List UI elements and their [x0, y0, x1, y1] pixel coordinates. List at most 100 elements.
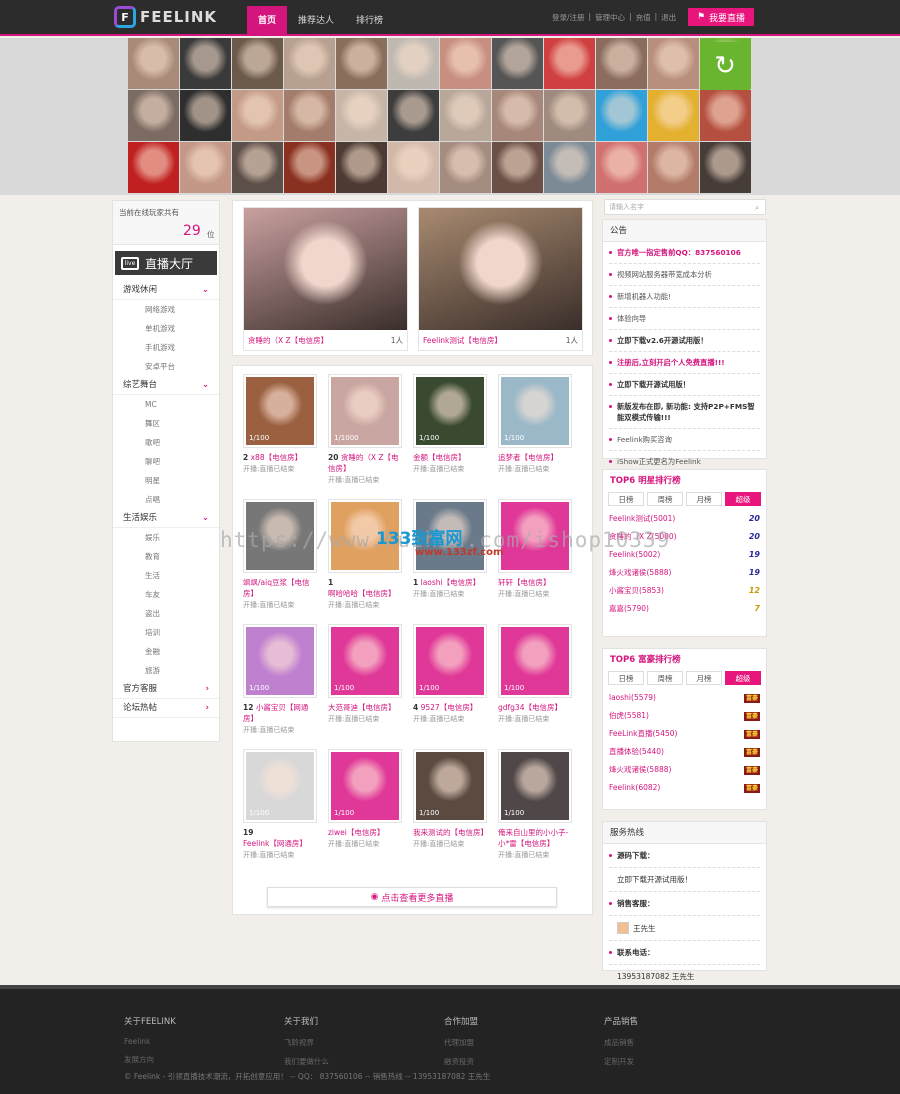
refresh-icon[interactable]: ↻ — [700, 42, 750, 90]
room-title[interactable]: 追梦者【电信房】 — [498, 452, 572, 463]
avatar-tile[interactable] — [544, 38, 595, 89]
download-link[interactable]: 立即下载开源试用版！ — [609, 868, 760, 892]
room-thumbnail[interactable]: 1/100 — [243, 749, 317, 823]
avatar-tile[interactable] — [128, 142, 179, 193]
avatar-tile[interactable] — [388, 38, 439, 89]
room-title[interactable]: 金额【电信房】 — [413, 452, 487, 463]
category-item[interactable]: 安卓平台 — [113, 357, 219, 376]
notice-item[interactable]: 视频网站服务器带宽成本分析 — [609, 264, 760, 286]
avatar-tile[interactable] — [440, 38, 491, 89]
featured-room[interactable]: Feelink测试【电信房】 1人 — [418, 207, 583, 351]
avatar-tile[interactable] — [648, 142, 699, 193]
room-thumbnail[interactable]: 1/100 — [243, 374, 317, 448]
room-thumbnail[interactable]: 1/100 — [413, 749, 487, 823]
footer-link[interactable]: Feelink — [124, 1037, 176, 1046]
notice-item[interactable]: 官方唯一指定售前QQ：837560106 — [609, 242, 760, 264]
room-thumbnail[interactable]: 1/100 — [498, 624, 572, 698]
room-title[interactable]: gdfg34【电信房】 — [498, 702, 572, 713]
avatar-tile[interactable] — [180, 38, 231, 89]
room-title[interactable]: 2 x88【电信房】 — [243, 452, 317, 463]
avatar-tile[interactable] — [232, 38, 283, 89]
live-hall-button[interactable]: live 直播大厅 — [115, 251, 217, 275]
room-thumbnail[interactable]: 1/100 — [413, 624, 487, 698]
category-item[interactable]: 旅游 — [113, 661, 219, 680]
ranking-row[interactable]: 烽火戏诸侯(5888) 19 — [609, 564, 760, 582]
notice-item[interactable]: 注册后,立刻开启个人免费直播!!! — [609, 352, 760, 374]
ranking-tab[interactable]: 超级 — [725, 671, 761, 685]
footer-link[interactable]: 成品销售 — [604, 1037, 638, 1048]
category-header[interactable]: 游戏休闲 ⌄ — [113, 281, 219, 300]
ranking-tab[interactable]: 周榜 — [647, 492, 683, 506]
room-title[interactable]: 轩轩【电信房】 — [498, 577, 572, 588]
category-item[interactable]: 盗出 — [113, 604, 219, 623]
avatar-tile[interactable] — [128, 90, 179, 141]
ranking-row[interactable]: Feelink测试(5001) 20 — [609, 510, 760, 528]
avatar-tile[interactable] — [596, 142, 647, 193]
room-card[interactable]: 1/100 4 9527【电信房】 开播:直播已结束 — [413, 624, 487, 744]
sales-contact[interactable]: 王先生 — [609, 916, 760, 941]
room-title[interactable]: 我来测试的【电信房】 — [413, 827, 487, 838]
room-card[interactable]: 1/100 19 Feelink【网通房】 开播:直播已结束 — [243, 749, 317, 869]
top-link[interactable]: 充值 — [636, 12, 651, 23]
room-title[interactable]: 4 9527【电信房】 — [413, 702, 487, 713]
category-item[interactable]: 手机游戏 — [113, 338, 219, 357]
notice-item[interactable]: 立即下载开源试用版！ — [609, 374, 760, 396]
featured-thumbnail[interactable] — [244, 208, 407, 330]
sidebar-link[interactable]: 论坛热帖 › — [113, 699, 219, 718]
avatar-tile[interactable] — [232, 142, 283, 193]
ranking-row[interactable]: 直播体验(5440) 富豪 — [609, 743, 760, 761]
avatar-tile[interactable] — [440, 142, 491, 193]
room-title[interactable]: 飒飒/aiq豆浆【电信房】 — [243, 577, 317, 599]
notice-item[interactable]: 新增机器人功能! — [609, 286, 760, 308]
go-live-button[interactable]: ⚑ 我要直播 — [688, 8, 754, 26]
avatar-tile[interactable] — [596, 90, 647, 141]
footer-link[interactable]: 发展方向 — [124, 1054, 176, 1065]
category-item[interactable]: 培训 — [113, 623, 219, 642]
room-title[interactable]: 1 laoshi【电信房】 — [413, 577, 487, 588]
room-thumbnail[interactable]: 1/100 — [243, 624, 317, 698]
avatar-tile[interactable] — [544, 142, 595, 193]
category-header[interactable]: 生活娱乐 ⌄ — [113, 509, 219, 528]
avatar-tile[interactable] — [700, 142, 751, 193]
avatar-tile[interactable] — [180, 90, 231, 141]
category-header[interactable]: 综艺舞台 ⌄ — [113, 376, 219, 395]
room-card[interactable]: 1/100 gdfg34【电信房】 开播:直播已结束 — [498, 624, 572, 744]
room-card[interactable]: 飒飒/aiq豆浆【电信房】 开播:直播已结束 — [243, 499, 317, 619]
avatar-tile[interactable] — [492, 142, 543, 193]
featured-name[interactable]: 贪睡的（X Z【电信房】 — [248, 335, 328, 346]
category-item[interactable]: 车友 — [113, 585, 219, 604]
room-thumbnail[interactable]: 1/100 — [498, 374, 572, 448]
footer-link[interactable]: 定制开发 — [604, 1056, 638, 1067]
room-card[interactable]: 1 啊哈哈哈【电信房】 开播:直播已结束 — [328, 499, 402, 619]
category-item[interactable]: 网络游戏 — [113, 300, 219, 319]
avatar-tile[interactable] — [388, 90, 439, 141]
room-thumbnail[interactable]: 1/100 — [328, 749, 402, 823]
room-title[interactable]: 俺来自山里的小小子-小*雷【电信房】 — [498, 827, 572, 849]
room-card[interactable]: 1/100 俺来自山里的小小子-小*雷【电信房】 开播:直播已结束 — [498, 749, 572, 869]
nav-item[interactable]: 排行榜 — [345, 6, 394, 36]
sidebar-link[interactable]: 官方客服 › — [113, 680, 219, 699]
room-card[interactable]: 轩轩【电信房】 开播:直播已结束 — [498, 499, 572, 619]
room-card[interactable]: 1/100 2 x88【电信房】 开播:直播已结束 — [243, 374, 317, 494]
room-card[interactable]: 1/100 追梦者【电信房】 开播:直播已结束 — [498, 374, 572, 494]
avatar-tile[interactable] — [440, 90, 491, 141]
avatar-tile[interactable] — [648, 90, 699, 141]
notice-item[interactable]: Feelink购买咨询 — [609, 429, 760, 451]
room-title[interactable]: 大范哥迪【电信房】 — [328, 702, 402, 713]
avatar-tile[interactable] — [284, 38, 335, 89]
category-item[interactable]: 聊吧 — [113, 452, 219, 471]
load-more-button[interactable]: ◉ 点击查看更多直播 — [267, 887, 557, 907]
room-card[interactable]: 1/1000 20 贪睡的（X Z【电信房】 开播:直播已结束 — [328, 374, 402, 494]
category-item[interactable]: 生活 — [113, 566, 219, 585]
room-thumbnail[interactable]: 1/100 — [328, 624, 402, 698]
nav-item[interactable]: 推荐达人 — [287, 6, 345, 36]
search-icon[interactable]: ⌕ — [755, 201, 759, 215]
ranking-row[interactable]: 嘉嘉(5790) 7 — [609, 600, 760, 618]
category-item[interactable]: 娱乐 — [113, 528, 219, 547]
ranking-tab[interactable]: 日榜 — [608, 492, 644, 506]
ranking-tab[interactable]: 月榜 — [686, 671, 722, 685]
ranking-row[interactable]: laoshi(5579) 富豪 — [609, 689, 760, 707]
avatar-tile[interactable] — [596, 38, 647, 89]
category-item[interactable]: MC — [113, 395, 219, 414]
footer-link[interactable]: 飞聆视界 — [284, 1037, 329, 1048]
